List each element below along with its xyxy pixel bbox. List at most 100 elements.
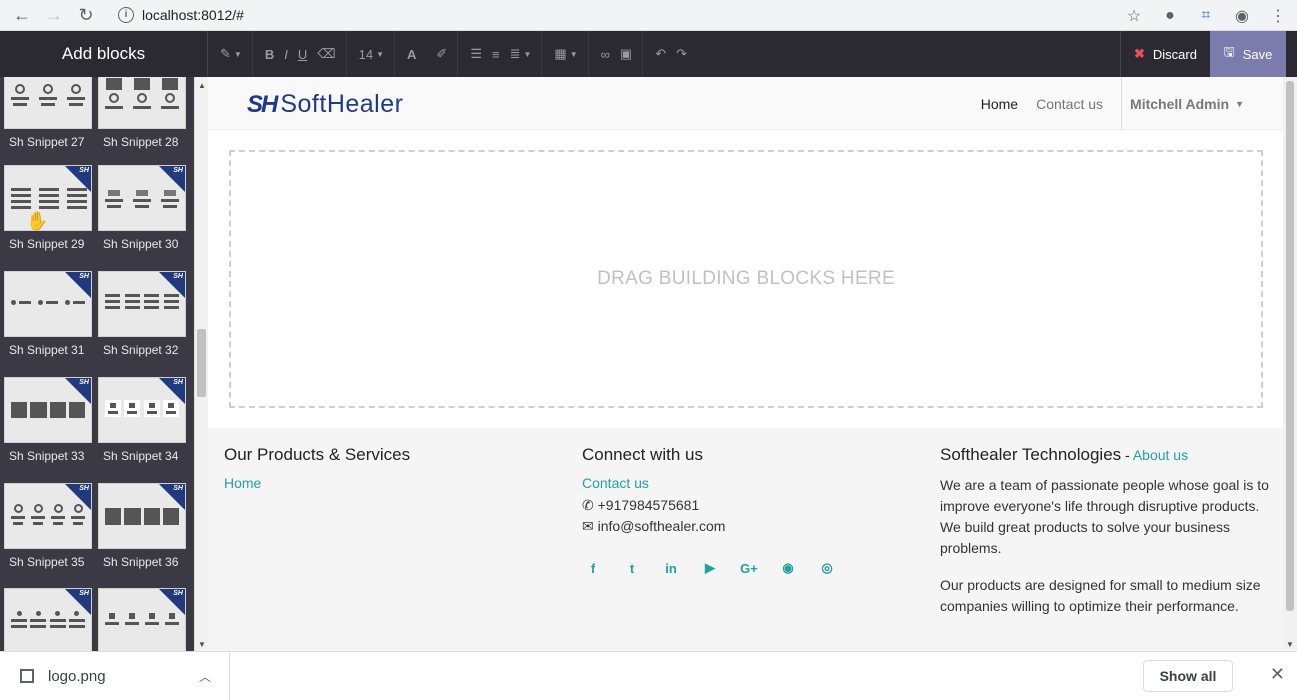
snippet-thumbnail[interactable]: SH Sh Snippet 35 xyxy=(4,483,94,569)
sh-badge: SH xyxy=(79,590,89,597)
twitter-icon[interactable]: t xyxy=(621,557,643,579)
reload-icon[interactable]: ↻ xyxy=(76,5,96,25)
github-icon[interactable]: ◉ xyxy=(777,557,799,579)
back-icon[interactable]: ← xyxy=(12,5,32,25)
page-scrollbar[interactable]: ▼ xyxy=(1283,77,1297,651)
chevron-up-icon[interactable]: ︿ xyxy=(199,668,211,685)
snippet-thumbnail[interactable]: SH Sh Snippet 34 xyxy=(98,377,188,463)
snippet-label: Sh Snippet 28 xyxy=(103,135,179,149)
menu-icon[interactable]: ⋮ xyxy=(1267,5,1289,27)
redo-icon[interactable]: ↷ xyxy=(676,46,687,62)
table-tool[interactable]: ▦ ▼ xyxy=(554,46,577,62)
paint-brush-icon[interactable]: ✐ xyxy=(436,46,447,62)
snippet-thumbnail[interactable]: SH Sh Snippet 36 xyxy=(98,483,188,569)
snippet-thumbnail[interactable]: SH xyxy=(4,588,94,651)
discard-button[interactable]: ✖ Discard xyxy=(1120,31,1210,77)
font-color-icon[interactable]: A xyxy=(407,47,416,62)
snippet-thumbnail[interactable]: Sh Snippet 28 xyxy=(98,77,188,149)
snippet-label: Sh Snippet 27 xyxy=(9,135,85,149)
add-blocks-title: Add blocks xyxy=(0,31,208,77)
snippet-label: Sh Snippet 36 xyxy=(103,555,179,569)
sh-badge: SH xyxy=(173,590,183,597)
sidebar-scroll-thumb[interactable] xyxy=(197,329,206,397)
sh-badge: SH xyxy=(173,379,183,386)
facebook-icon[interactable]: f xyxy=(582,557,604,579)
snippet-label: Sh Snippet 31 xyxy=(9,343,85,357)
close-icon: ✖ xyxy=(1134,46,1145,61)
extension-icon[interactable]: ● xyxy=(1159,5,1181,27)
sh-badge: SH xyxy=(79,273,89,280)
font-size-tool[interactable]: 14 ▼ xyxy=(359,47,384,62)
bullet-list-icon[interactable]: ☰ xyxy=(470,46,482,62)
snippet-thumbnail[interactable]: SH Sh Snippet 33 xyxy=(4,377,94,463)
sidebar-scrollbar[interactable]: ▲ ▼ xyxy=(194,77,208,651)
footer-contact-link[interactable]: Contact us xyxy=(582,475,649,491)
editor-toolbar: Add blocks ✎ ▼ B I U ⌫ 14 ▼ A ✐ ☰ ≡ ≣ ▼ ▦ ▼ … xyxy=(0,31,1297,77)
crop-icon[interactable]: ⌗ xyxy=(1195,5,1217,27)
snippet-thumbnail[interactable]: SH Sh Snippet 29 xyxy=(4,165,94,251)
footer-about-title: Softhealer Technologies xyxy=(940,445,1122,464)
sh-badge: SH xyxy=(173,485,183,492)
snippet-thumbnail[interactable]: SH Sh Snippet 31 xyxy=(4,271,94,357)
undo-icon[interactable]: ↶ xyxy=(655,46,666,62)
underline-tool[interactable]: U xyxy=(298,47,307,62)
sh-badge: SH xyxy=(79,485,89,492)
scroll-down-icon[interactable]: ▼ xyxy=(1286,640,1294,649)
ordered-list-icon[interactable]: ≡ xyxy=(492,47,500,62)
logo-mark: SH xyxy=(247,90,278,118)
image-icon[interactable]: ▣ xyxy=(620,46,632,62)
menu-home[interactable]: Home xyxy=(981,96,1018,112)
show-all-button[interactable]: Show all xyxy=(1143,660,1233,692)
sh-badge: SH xyxy=(173,167,183,174)
close-icon[interactable]: ✕ xyxy=(1270,664,1285,685)
snippet-thumbnail[interactable]: SH Sh Snippet 32 xyxy=(98,271,188,357)
link-icon[interactable]: ∞ xyxy=(601,47,610,62)
footer-products-title: Our Products & Services xyxy=(224,445,411,464)
profile-icon[interactable]: ◉ xyxy=(1231,5,1253,27)
downloads-bar: logo.png ︿ Show all ✕ xyxy=(0,651,1297,700)
logo-text: SoftHealer xyxy=(280,90,404,118)
user-menu[interactable]: Mitchell Admin ▼ xyxy=(1121,77,1244,130)
linkedin-icon[interactable]: in xyxy=(660,557,682,579)
footer-about-link[interactable]: About us xyxy=(1133,447,1188,463)
download-item[interactable]: logo.png ︿ xyxy=(0,652,230,700)
discard-label: Discard xyxy=(1152,46,1197,62)
sh-badge: SH xyxy=(79,167,89,174)
eraser-icon[interactable]: ⌫ xyxy=(317,46,335,62)
drop-zone[interactable]: DRAG BUILDING BLOCKS HERE xyxy=(229,150,1263,408)
star-icon[interactable]: ☆ xyxy=(1123,5,1145,27)
address-bar[interactable]: i localhost:8012/# xyxy=(118,7,244,23)
info-icon[interactable]: i xyxy=(118,7,134,23)
snippet-label: Sh Snippet 33 xyxy=(9,449,85,463)
site-menu: Home Contact us Mitchell Admin ▼ xyxy=(981,77,1244,130)
scroll-up-icon[interactable]: ▲ xyxy=(198,81,206,90)
footer-connect-title: Connect with us xyxy=(582,445,703,464)
google-plus-icon[interactable]: G+ xyxy=(738,557,760,579)
style-tool[interactable]: ✎ ▼ xyxy=(220,46,242,62)
envelope-icon: ✉ xyxy=(582,518,594,534)
footer-home-link[interactable]: Home xyxy=(224,475,261,491)
footer-phone: +917984575681 xyxy=(597,497,700,513)
social-links: f t in ▶ G+ ◉ ◎ xyxy=(582,557,838,579)
bold-tool[interactable]: B xyxy=(265,47,274,62)
snippet-label: Sh Snippet 34 xyxy=(103,449,179,463)
site-logo[interactable]: SH SoftHealer xyxy=(247,90,403,119)
snippet-thumbnail[interactable]: SH xyxy=(98,588,188,651)
page-scroll-thumb[interactable] xyxy=(1286,81,1294,611)
url-text[interactable]: localhost:8012/# xyxy=(142,7,244,23)
save-button[interactable]: 🖫 Save xyxy=(1210,31,1286,77)
snippet-thumbnail[interactable]: SH Sh Snippet 30 xyxy=(98,165,188,251)
footer-about: Softhealer Technologies - About us We ar… xyxy=(940,445,1270,617)
instagram-icon[interactable]: ◎ xyxy=(816,557,838,579)
snippets-sidebar[interactable]: Sh Snippet 27 Sh Snippet 28 SH Sh Snippe… xyxy=(0,77,208,651)
footer-about-p1: We are a team of passionate people whose… xyxy=(940,477,1269,556)
forward-icon[interactable]: → xyxy=(44,5,64,25)
menu-contact[interactable]: Contact us xyxy=(1036,96,1103,112)
youtube-icon[interactable]: ▶ xyxy=(699,557,721,579)
sh-badge: SH xyxy=(79,379,89,386)
italic-tool[interactable]: I xyxy=(284,47,288,62)
snippet-thumbnail[interactable]: Sh Snippet 27 xyxy=(4,77,94,149)
scroll-down-icon[interactable]: ▼ xyxy=(198,640,206,649)
browser-chrome: ← → ↻ i localhost:8012/# ☆ ● ⌗ ◉ ⋮ xyxy=(0,0,1297,31)
align-tool[interactable]: ≣ ▼ xyxy=(510,46,532,62)
